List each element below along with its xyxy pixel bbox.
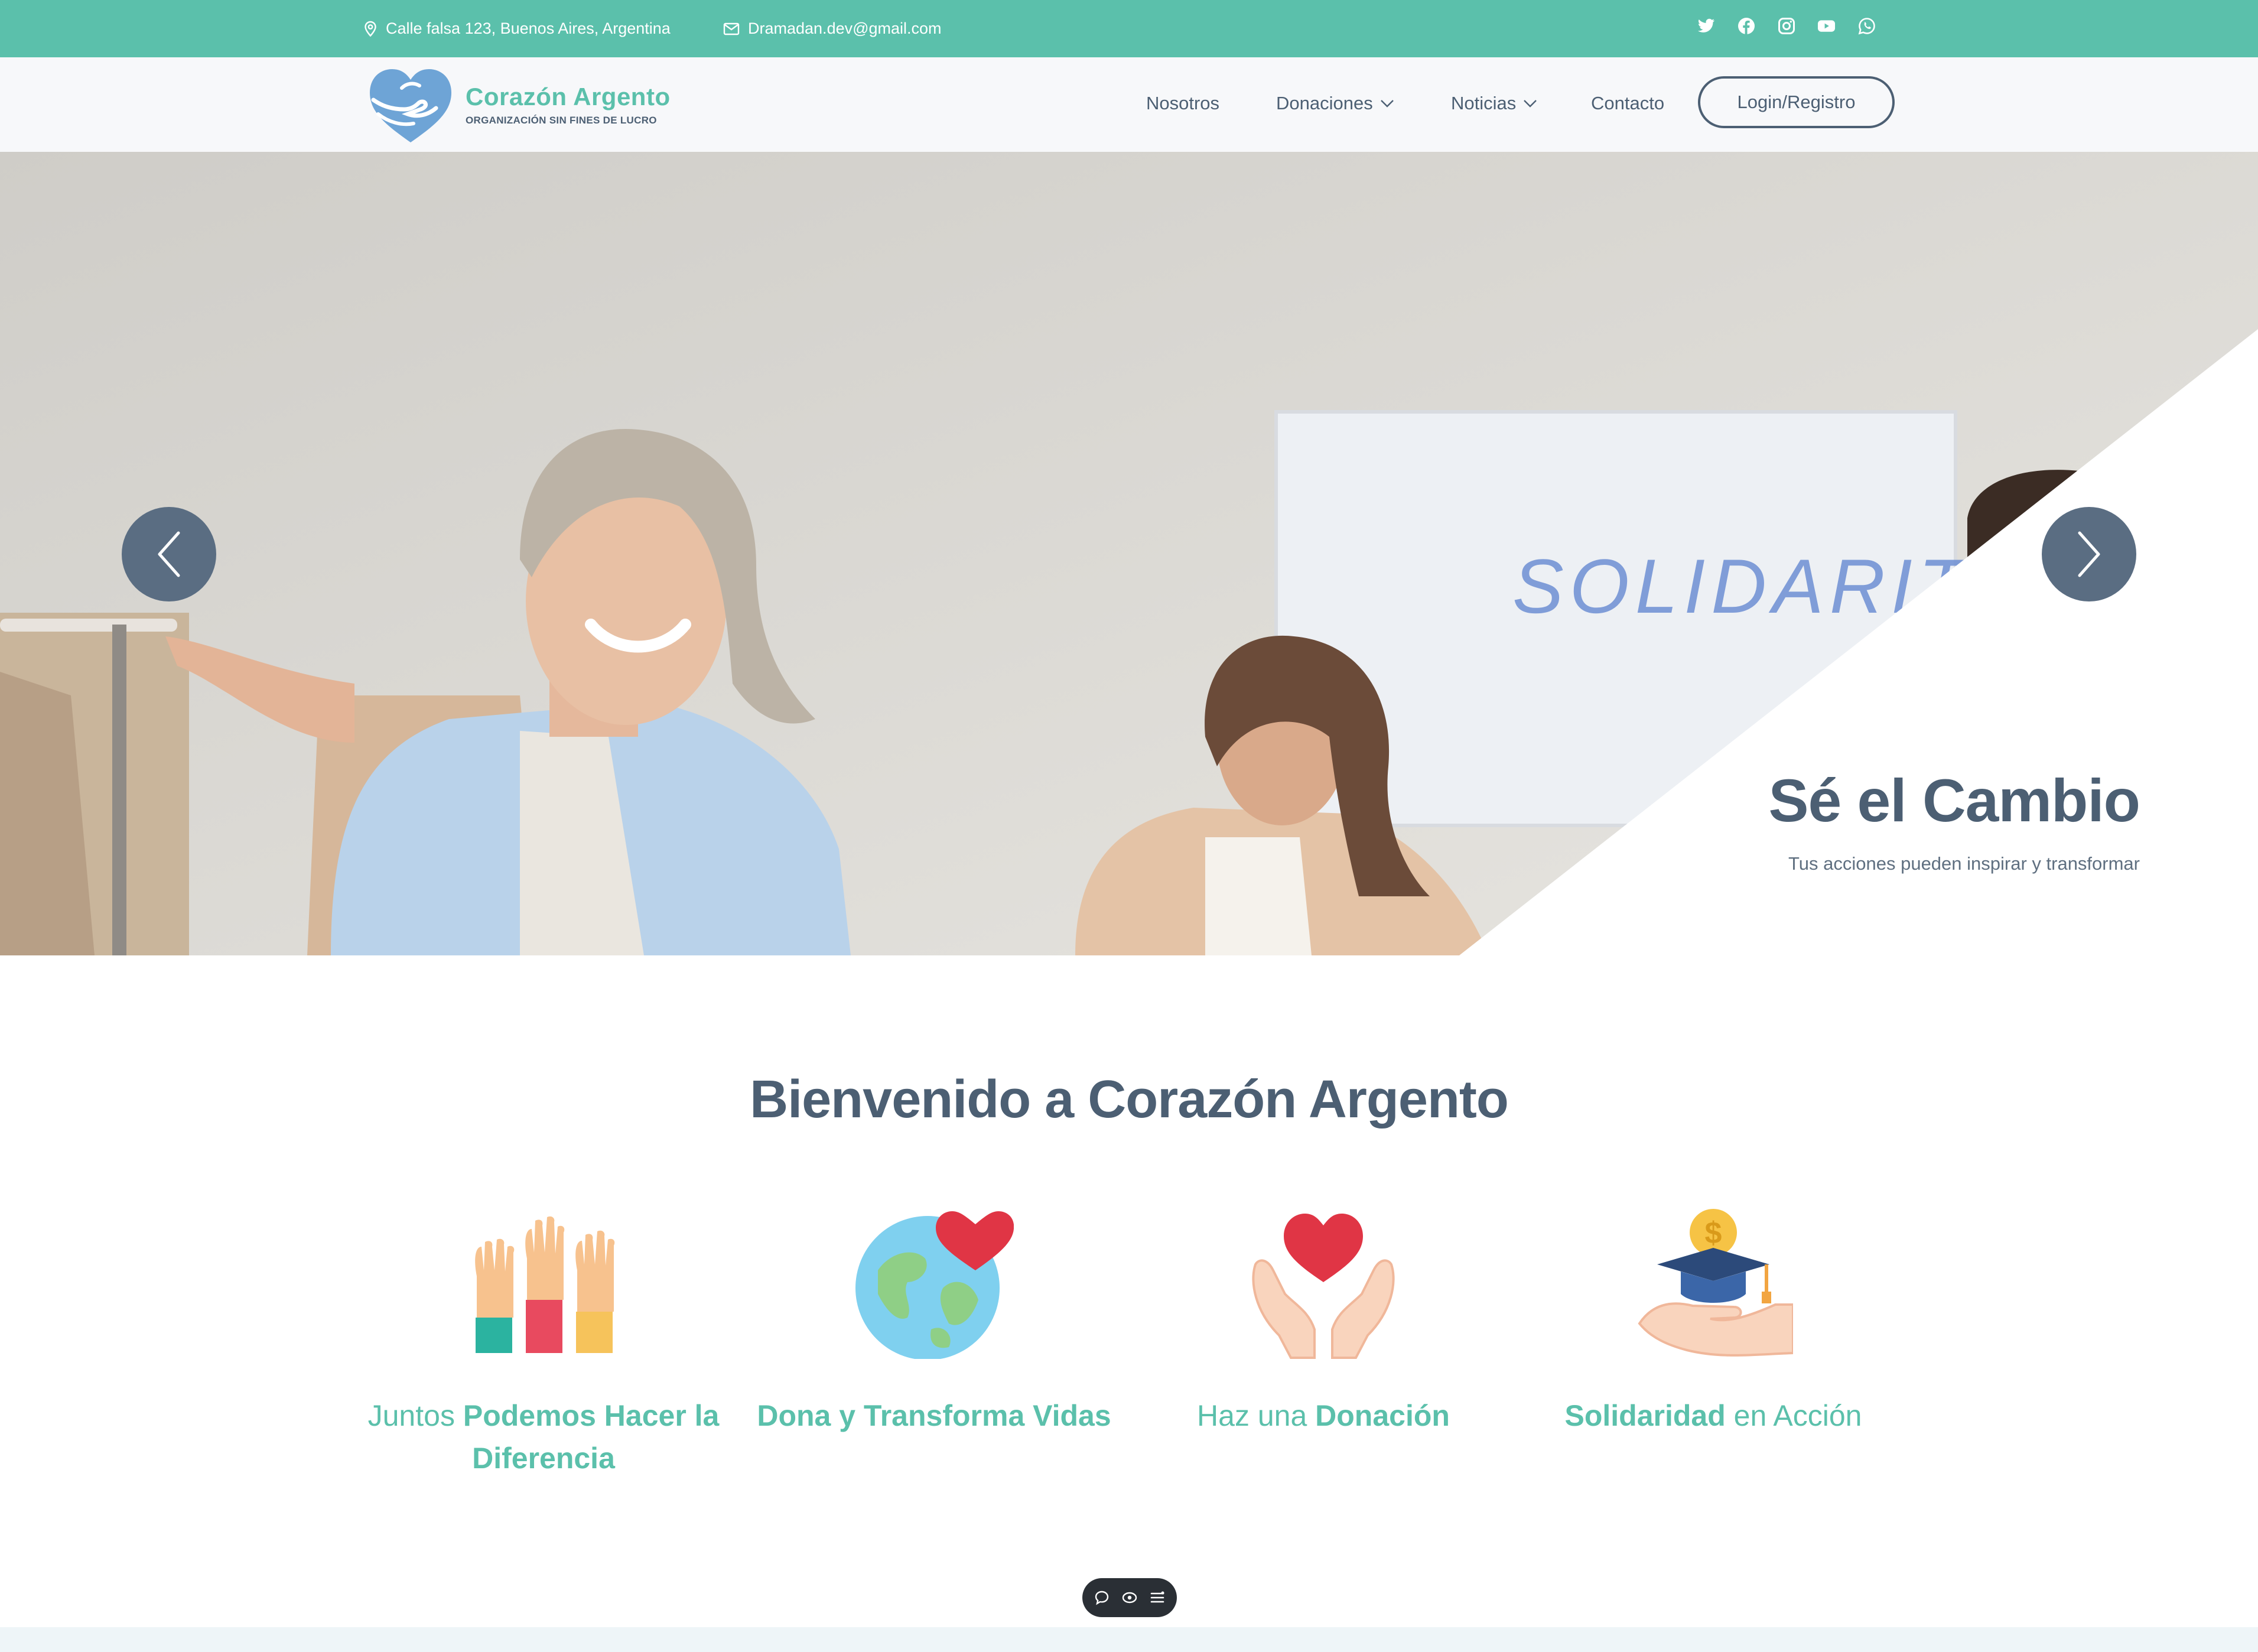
floating-toolbar: [1082, 1578, 1177, 1617]
mail-icon: [723, 22, 740, 35]
facebook-icon[interactable]: [1737, 17, 1755, 35]
slider-prev-button[interactable]: [122, 507, 216, 601]
login-register-button[interactable]: Login/Registro: [1698, 76, 1895, 128]
hero-slider: SOLIDARITY Sé el Cambio Tus acciones pue…: [0, 152, 2258, 955]
nav-item-nosotros[interactable]: Nosotros: [1146, 93, 1219, 114]
feature-label-pre: Juntos: [367, 1399, 463, 1432]
svg-text:$: $: [1705, 1216, 1722, 1250]
feature-label: Dona y Transforma Vidas: [751, 1394, 1117, 1437]
nav-item-label: Contacto: [1591, 93, 1665, 113]
chevron-down-icon: [1380, 100, 1394, 108]
email-text[interactable]: Dramadan.dev@gmail.com: [748, 19, 942, 38]
address-text: Calle falsa 123, Buenos Aires, Argentina: [386, 19, 671, 37]
email-info[interactable]: Dramadan.dev@gmail.com: [723, 0, 942, 57]
feature-label-bold: Solidaridad: [1564, 1399, 1726, 1432]
chevron-right-icon: [2078, 531, 2100, 577]
next-section-edge: [0, 1627, 2258, 1652]
feature-label-pre: Haz una: [1197, 1399, 1316, 1432]
nav-item-noticias[interactable]: Noticias: [1451, 93, 1537, 114]
menu-list-icon[interactable]: [1150, 1591, 1165, 1604]
feature-label-post: en Acción: [1725, 1399, 1862, 1432]
nav-item-contacto[interactable]: Contacto: [1591, 93, 1664, 114]
feature-label-bold: Donación: [1315, 1399, 1450, 1432]
address-info: Calle falsa 123, Buenos Aires, Argentina: [363, 0, 671, 57]
nav-item-label: Nosotros: [1146, 93, 1220, 113]
whatsapp-icon[interactable]: [1857, 17, 1876, 35]
heart-hand-logo-icon: [370, 69, 451, 142]
location-pin-icon: [365, 21, 376, 37]
chevron-down-icon: [1524, 100, 1537, 108]
globe-heart-icon: [855, 1211, 1014, 1359]
feature-card[interactable]: $ Solidaridad en Acción: [1530, 1205, 1896, 1437]
twitter-icon[interactable]: [1697, 17, 1715, 35]
hands-heart-icon: [1252, 1214, 1395, 1359]
brand-tagline: ORGANIZACIÓN SIN FINES DE LUCRO: [466, 115, 657, 126]
feature-label: Solidaridad en Acción: [1530, 1394, 1896, 1437]
nav-item-label: Donaciones: [1276, 93, 1373, 113]
chat-bubble-icon[interactable]: [1094, 1590, 1110, 1605]
raised-hands-icon: [475, 1216, 615, 1353]
feature-label: Haz una Donación: [1140, 1394, 1507, 1437]
feature-card[interactable]: Dona y Transforma Vidas: [751, 1205, 1117, 1437]
instagram-icon[interactable]: [1777, 17, 1795, 35]
graduation-hand-icon: $: [1638, 1209, 1793, 1357]
eye-icon[interactable]: [1121, 1591, 1138, 1604]
brand-logo[interactable]: Corazón Argento ORGANIZACIÓN SIN FINES D…: [366, 64, 671, 145]
welcome-heading: Bienvenido a Corazón Argento: [750, 1070, 1509, 1129]
feature-card[interactable]: Juntos Podemos Hacer la Diferencia: [360, 1205, 727, 1479]
main-navigation: Corazón Argento ORGANIZACIÓN SIN FINES D…: [0, 57, 2258, 152]
feature-label-bold: Dona y Transforma Vidas: [757, 1399, 1111, 1432]
youtube-icon[interactable]: [1817, 17, 1836, 35]
top-bar: Calle falsa 123, Buenos Aires, Argentina…: [0, 0, 2258, 57]
social-links: [1697, 17, 1876, 35]
hero-title: Sé el Cambio: [1768, 767, 2140, 834]
hero-subtitle: Tus acciones pueden inspirar y transform…: [1788, 853, 2140, 874]
feature-label: Juntos Podemos Hacer la Diferencia: [360, 1394, 727, 1479]
nav-item-donaciones[interactable]: Donaciones: [1276, 93, 1394, 114]
slider-next-button[interactable]: [2042, 507, 2136, 601]
feature-label-bold: Podemos Hacer la Diferencia: [463, 1399, 720, 1475]
feature-card[interactable]: Haz una Donación: [1140, 1205, 1507, 1437]
nav-item-label: Noticias: [1451, 93, 1517, 113]
brand-name: Corazón Argento: [466, 83, 671, 110]
chevron-left-icon: [158, 531, 180, 577]
